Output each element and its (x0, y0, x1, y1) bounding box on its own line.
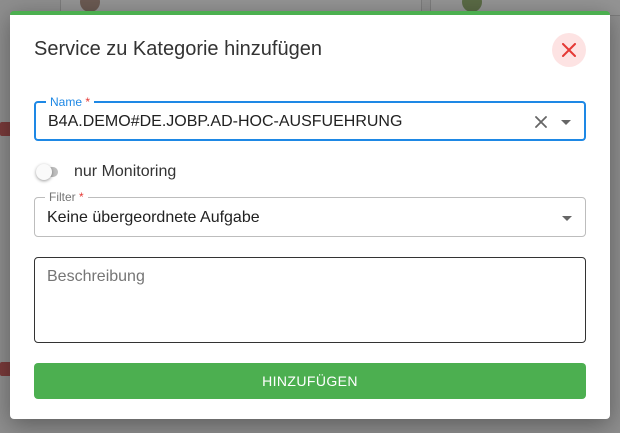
clear-icon[interactable] (534, 115, 548, 129)
filter-field-value[interactable]: Keine übergeordnete Aufgabe (47, 209, 260, 227)
close-button[interactable] (552, 33, 586, 67)
chevron-down-icon[interactable] (559, 210, 575, 226)
filter-select[interactable]: Filter * Keine übergeordnete Aufgabe (34, 190, 586, 237)
add-button[interactable]: HINZUFÜGEN (34, 363, 586, 399)
name-field-value[interactable]: B4A.DEMO#DE.JOBP.AD-HOC-AUSFUEHRUNG (48, 113, 402, 131)
name-field-label: Name * (46, 95, 95, 109)
chevron-down-icon[interactable] (558, 114, 574, 130)
close-icon (562, 43, 576, 57)
name-field[interactable]: Name * B4A.DEMO#DE.JOBP.AD-HOC-AUSFUEHRU… (34, 95, 586, 141)
dialog-title: Service zu Kategorie hinzufügen (34, 38, 322, 60)
filter-field-label: Filter * (45, 190, 88, 204)
monitoring-toggle-label: nur Monitoring (74, 163, 177, 180)
description-placeholder: Beschreibung (47, 268, 145, 285)
add-service-dialog: Service zu Kategorie hinzufügen Name * B… (10, 11, 610, 419)
monitoring-toggle[interactable] (36, 164, 58, 180)
toggle-knob (36, 164, 52, 180)
description-field[interactable]: Beschreibung (34, 257, 586, 343)
